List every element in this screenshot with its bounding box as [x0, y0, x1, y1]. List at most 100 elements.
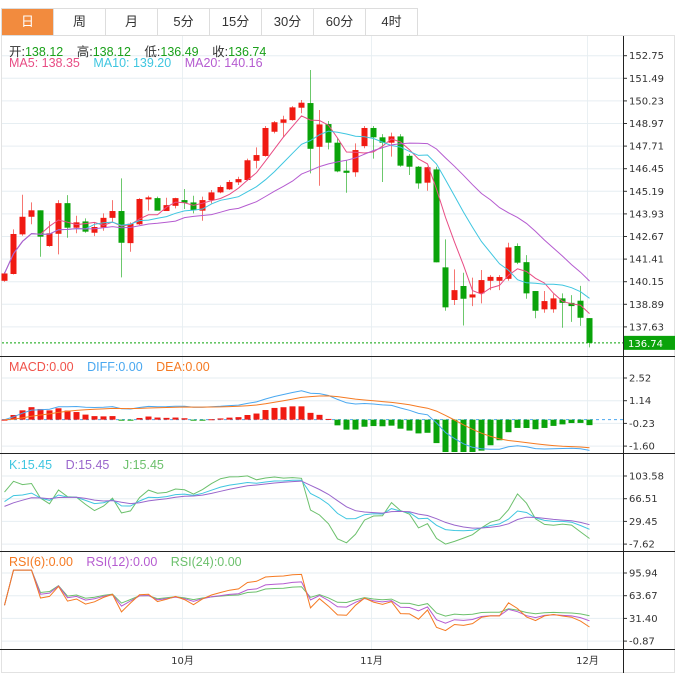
macd-value: MACD:0.00 — [9, 360, 74, 374]
macd-bar — [73, 412, 80, 420]
price-tick-label: 143.93 — [629, 209, 664, 220]
rsi-legend: RSI(6):0.00 RSI(12):0.00 RSI(24):0.00 — [9, 555, 252, 569]
candle-body — [478, 280, 485, 294]
candle-body — [514, 246, 521, 263]
candle-body — [532, 291, 539, 311]
candle-body — [460, 286, 467, 299]
tab-3[interactable]: 5分 — [158, 9, 210, 35]
candle-body — [1, 273, 8, 281]
ma-legend: MA5: 138.35 MA10: 139.20 MA20: 140.16 — [9, 56, 273, 70]
tab-0[interactable]: 日 — [2, 9, 54, 35]
macd-bar — [253, 413, 260, 420]
candle-body — [325, 124, 332, 143]
candle-body — [577, 300, 584, 318]
macd-bar — [406, 419, 413, 431]
macd-bar — [127, 419, 134, 421]
candle-body — [235, 179, 242, 183]
ma5-line — [4, 115, 590, 314]
candle-body — [217, 186, 224, 193]
macd-bar — [289, 406, 296, 420]
macd-bar — [451, 419, 458, 452]
candle-body — [262, 127, 269, 156]
macd-bar — [442, 419, 449, 452]
macd-bar — [523, 419, 530, 428]
candle-body — [154, 198, 161, 211]
macd-bar — [361, 419, 368, 427]
kdj-tick-label: 66.51 — [629, 494, 658, 505]
tab-6[interactable]: 60分 — [314, 9, 366, 35]
macd-bar — [370, 419, 377, 427]
dea-value: DEA:0.00 — [156, 360, 210, 374]
price-tick-label: 146.45 — [629, 164, 664, 175]
price-tick-label: 145.19 — [629, 187, 664, 198]
macd-bar — [334, 419, 341, 426]
price-tick-label: 138.89 — [629, 300, 664, 311]
macd-bar — [55, 408, 62, 420]
macd-bar — [397, 419, 404, 429]
macd-bar — [325, 418, 332, 420]
period-tabs: 日周月 5分 15分 30分 60分 4时 — [1, 8, 418, 36]
macd-bar — [280, 407, 287, 420]
macd-bar — [415, 419, 422, 434]
macd-bar — [307, 412, 314, 420]
last-price-label: 136.74 — [628, 339, 663, 350]
macd-bar — [217, 418, 224, 420]
macd-bar — [181, 418, 188, 420]
macd-bar — [559, 419, 566, 425]
candle-body — [523, 262, 530, 294]
tab-7[interactable]: 4时 — [366, 9, 418, 35]
tab-5[interactable]: 30分 — [262, 9, 314, 35]
macd-bar — [379, 419, 386, 427]
macd-bar — [568, 419, 575, 424]
macd-bar — [208, 419, 215, 421]
macd-bar — [577, 419, 584, 423]
macd-bar — [163, 417, 170, 420]
candle-body — [64, 203, 71, 228]
macd-bar — [136, 417, 143, 420]
rsi24-line — [4, 569, 590, 617]
tab-1[interactable]: 周 — [54, 9, 106, 35]
macd-tick-label: 1.14 — [629, 396, 651, 407]
rsi12-value: RSI(12):0.00 — [86, 555, 158, 569]
macd-bar — [478, 419, 485, 451]
ma20-value: MA20: 140.16 — [184, 56, 263, 70]
candle-body — [469, 294, 476, 298]
candle-body — [541, 301, 548, 310]
macd-bar — [235, 417, 242, 420]
price-tick-label: 137.63 — [629, 322, 664, 333]
x-tick-label: 10月 — [171, 655, 194, 667]
candle-body — [46, 233, 53, 247]
ma10-line — [4, 130, 590, 299]
j-line — [4, 475, 590, 545]
tab-4[interactable]: 15分 — [210, 9, 262, 35]
rsi-tick-label: -0.87 — [629, 637, 655, 648]
price-tick-label: 148.97 — [629, 119, 664, 130]
macd-bar — [199, 419, 206, 421]
macd-legend: MACD:0.00 DIFF:0.00 DEA:0.00 — [9, 360, 220, 374]
macd-bar — [100, 416, 107, 420]
tab-2[interactable]: 月 — [106, 9, 158, 35]
macd-bar — [28, 407, 35, 420]
kdj-tick-label: -7.62 — [629, 540, 655, 551]
candle-body — [442, 267, 449, 308]
macd-bar — [388, 419, 395, 426]
rsi-tick-label: 31.40 — [629, 614, 658, 625]
candle-body — [334, 142, 341, 172]
macd-bar — [271, 407, 278, 420]
ma20-line — [4, 142, 590, 282]
macd-bar — [172, 417, 179, 420]
kdj-tick-label: 29.45 — [629, 517, 658, 528]
candle-body — [352, 150, 359, 173]
x-tick-label: 12月 — [576, 655, 599, 667]
kline-chart[interactable]: 152.75 151.49 150.23 148.97 147.71 146.45 145.… — [0, 0, 681, 679]
chart-frame — [1, 35, 675, 673]
rsi12-line — [4, 569, 590, 624]
candle-body — [91, 226, 98, 233]
candle-body — [208, 192, 215, 201]
candle-body — [253, 155, 260, 161]
candle-body — [586, 318, 593, 343]
candle-body — [145, 197, 152, 200]
candles-group — [1, 70, 593, 348]
kdj-tick-label: 103.58 — [629, 472, 664, 483]
macd-tick-label: -1.60 — [629, 442, 655, 453]
